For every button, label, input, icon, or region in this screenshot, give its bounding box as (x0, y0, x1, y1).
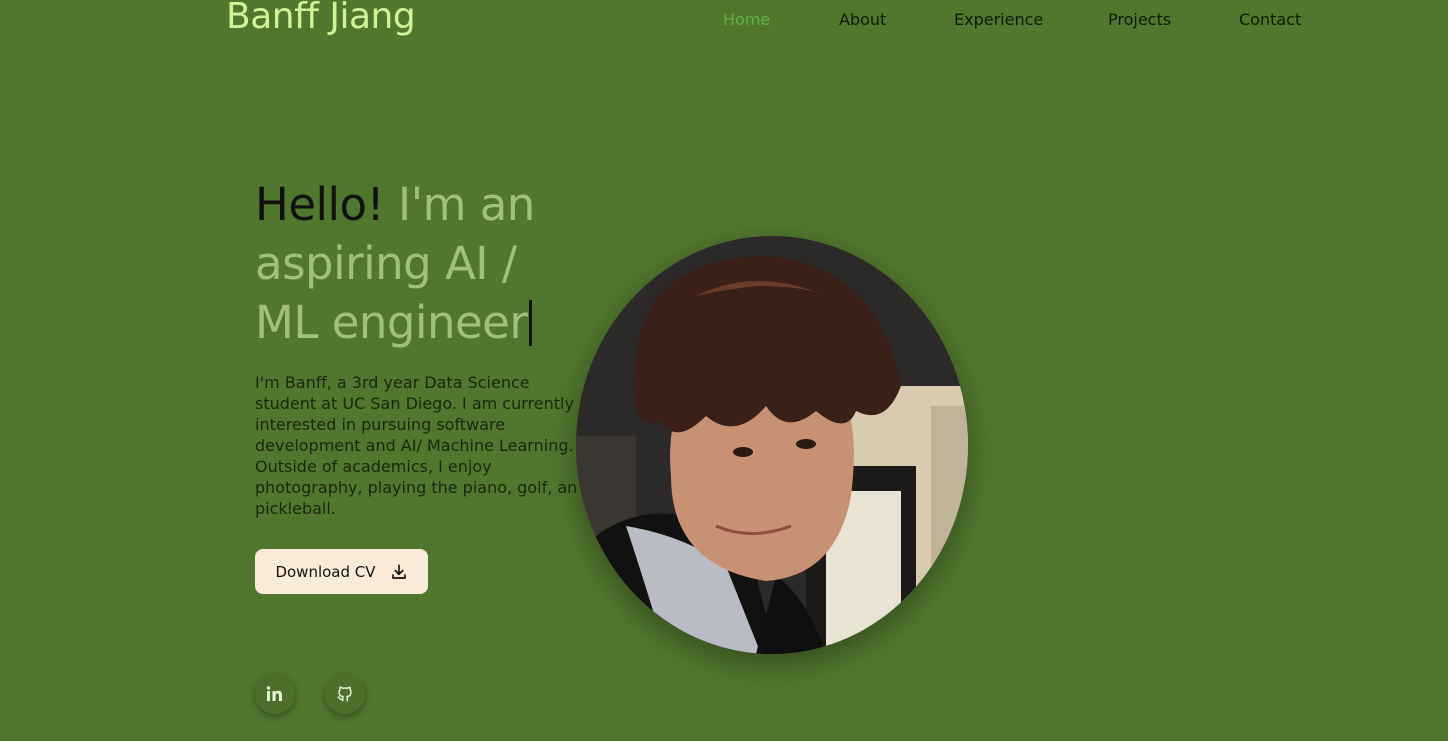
nav-home[interactable]: Home (723, 10, 770, 29)
bio-line: I'm Banff, a 3rd year Data Science (255, 373, 530, 392)
nav-contact[interactable]: Contact (1239, 10, 1301, 29)
bio-line: student at UC San Diego. I am currently (255, 394, 574, 413)
bio-line: pickleball. (255, 499, 336, 518)
page: Banff Jiang Home About Experience Projec… (0, 0, 1448, 741)
github-button[interactable] (325, 674, 365, 714)
hero-tagline-3: ML engineer (255, 296, 528, 349)
download-cv-label: Download CV (275, 562, 376, 581)
bio-line: photography, playing the piano, golf, an… (255, 478, 577, 497)
bio-line: Outside of academics, I enjoy (255, 457, 492, 476)
top-nav: Home About Experience Projects Contact (0, 10, 1448, 30)
download-icon (391, 563, 406, 579)
nav-about[interactable]: About (839, 10, 886, 29)
download-cv-button[interactable]: Download CV (255, 549, 428, 594)
nav-experience[interactable]: Experience (954, 10, 1043, 29)
github-icon (337, 686, 352, 702)
hero-tagline-2: aspiring AI / (255, 237, 517, 290)
hero-greeting: Hello! (255, 178, 385, 231)
hero-tagline-1: I'm an (397, 178, 535, 231)
linkedin-button[interactable] (255, 674, 295, 714)
bio-line: interested in pursuing software (255, 415, 506, 434)
hero-bio: I'm Banff, a 3rd year Data Science stude… (255, 372, 577, 519)
hero-heading: Hello! I'm an aspiring AI / ML engineer (255, 175, 585, 352)
nav-projects[interactable]: Projects (1108, 10, 1171, 29)
profile-photo (576, 236, 968, 654)
bio-line: development and AI/ Machine Learning. (255, 436, 574, 455)
typing-caret (529, 300, 533, 346)
linkedin-icon (266, 686, 282, 701)
